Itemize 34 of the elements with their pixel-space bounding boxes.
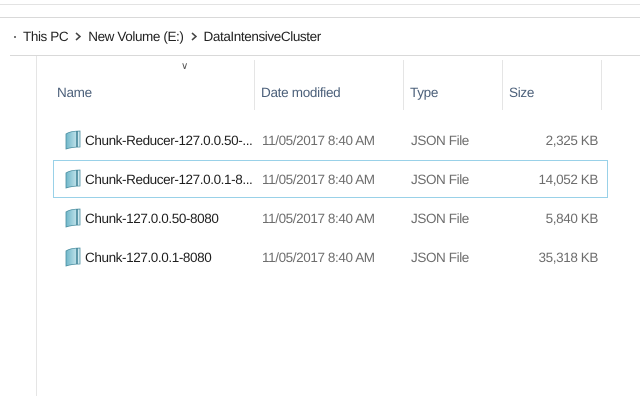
file-name: Chunk-127.0.0.50-8080 bbox=[85, 210, 218, 226]
chevron-icon[interactable] bbox=[75, 32, 82, 41]
sort-indicator[interactable]: ∨ bbox=[181, 60, 188, 72]
file-row[interactable]: Chunk-127.0.0.1-8080 11/05/2017 8:40 AM JSON File 35,318 KB bbox=[53, 238, 608, 276]
breadcrumb-item[interactable]: New Volume (E:) bbox=[88, 29, 184, 44]
file-name: Chunk-Reducer-127.0.0.1-8... bbox=[85, 172, 252, 186]
column-header[interactable]: Name bbox=[57, 85, 92, 110]
file-name: Chunk-Reducer-127.0.0.50-... bbox=[85, 132, 252, 148]
file-row[interactable]: Chunk-Reducer-127.0.0.50-... 11/05/2017 8:40 AM JSON File 2,325 KB bbox=[53, 121, 608, 159]
file-type: JSON File bbox=[410, 250, 470, 264]
date-modified: 11/05/2017 8:40 AM bbox=[261, 172, 376, 186]
file-size: 14,052 KB bbox=[538, 172, 599, 186]
file-size: 5,840 KB bbox=[544, 210, 599, 226]
file-icon bbox=[64, 247, 82, 267]
date-modified: 11/05/2017 8:40 AM bbox=[261, 250, 376, 264]
file-icon bbox=[64, 208, 82, 228]
chevron-icon[interactable] bbox=[190, 32, 197, 41]
date-modified: 11/05/2017 8:40 AM bbox=[261, 210, 376, 226]
file-type: JSON File bbox=[410, 210, 470, 226]
column-header[interactable]: Date modified bbox=[261, 85, 340, 110]
file-name: Chunk-127.0.0.1-8080 bbox=[85, 250, 212, 264]
breadcrumb-item[interactable]: DataIntensiveCluster bbox=[204, 29, 321, 44]
file-size: 2,325 KB bbox=[544, 132, 599, 148]
column-header[interactable]: Type bbox=[410, 85, 438, 110]
file-type: JSON File bbox=[410, 172, 470, 186]
file-type: JSON File bbox=[410, 132, 470, 148]
file-icon bbox=[64, 130, 82, 150]
file-size: 35,318 KB bbox=[538, 250, 599, 264]
date-modified: 11/05/2017 8:40 AM bbox=[261, 132, 376, 148]
file-icon bbox=[64, 169, 82, 189]
breadcrumb-item[interactable]: This PC bbox=[23, 29, 68, 44]
file-row[interactable]: Chunk-127.0.0.50-8080 11/05/2017 8:40 AM JSON File 5,840 KB bbox=[53, 199, 608, 237]
file-row[interactable]: Chunk-Reducer-127.0.0.1-8... 11/05/2017 8:40 AM JSON File 14,052 KB bbox=[53, 160, 608, 198]
column-header[interactable]: Size bbox=[509, 85, 534, 110]
